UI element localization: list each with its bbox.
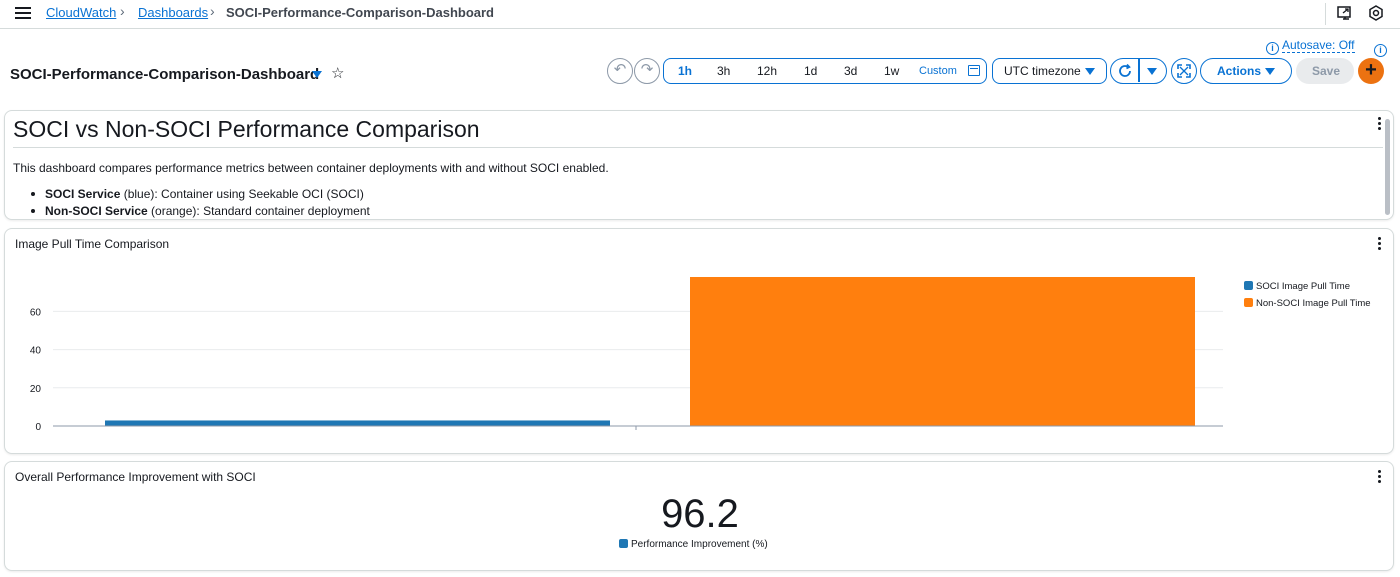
settings-icon[interactable] <box>1367 4 1385 22</box>
menu-icon[interactable] <box>15 5 31 19</box>
time-range-1w[interactable]: 1w <box>884 64 899 78</box>
chart-widget: Image Pull Time Comparison 0 20 40 60 SOCI I… <box>4 228 1394 454</box>
chevron-right-icon: › <box>210 3 215 19</box>
number-widget-title: Overall Performance Improvement with SOC… <box>15 470 256 484</box>
info-icon[interactable]: i <box>1374 38 1390 57</box>
list-item: Non-SOCI Service (orange): Standard cont… <box>29 204 370 218</box>
time-range-3d[interactable]: 3d <box>844 64 857 78</box>
time-range-1d[interactable]: 1d <box>804 64 817 78</box>
caret-down-icon <box>1265 68 1275 75</box>
text-widget-description: This dashboard compares performance metr… <box>13 161 609 175</box>
y-tick-label: 40 <box>30 346 42 357</box>
legend-label: SOCI Image Pull Time <box>1256 281 1350 292</box>
bar-0 <box>105 420 610 426</box>
autosave-toggle[interactable]: i Autosave: Off <box>1266 38 1355 55</box>
y-tick-label: 60 <box>30 307 42 318</box>
redo-button[interactable]: ↷ <box>634 58 660 84</box>
info-icon: i <box>1266 42 1279 55</box>
text-widget-bullets: SOCI Service (blue): Container using See… <box>29 187 370 219</box>
widget-menu-icon[interactable] <box>1378 470 1381 485</box>
timezone-select[interactable]: UTC timezone <box>992 58 1107 84</box>
legend-swatch <box>1244 281 1253 290</box>
dashboard-title: SOCI-Performance-Comparison-Dashboard <box>10 66 320 83</box>
undo-button[interactable]: ↶ <box>607 58 633 84</box>
text-widget: SOCI vs Non-SOCI Performance Comparison … <box>4 110 1394 220</box>
time-range-12h[interactable]: 12h <box>757 64 777 78</box>
scrollbar[interactable] <box>1385 119 1390 215</box>
fullscreen-button[interactable] <box>1171 58 1197 84</box>
calendar-icon[interactable] <box>968 65 980 76</box>
metric-legend: Performance Improvement (%) <box>619 539 768 550</box>
metric-value: 96.2 <box>661 492 739 536</box>
list-item: SOCI Service (blue): Container using See… <box>29 187 370 201</box>
time-range-3h[interactable]: 3h <box>717 64 730 78</box>
time-range-1h[interactable]: 1h <box>678 64 692 78</box>
star-icon[interactable]: ☆ <box>331 64 344 82</box>
legend-label: Non-SOCI Image Pull Time <box>1256 298 1371 309</box>
number-widget: Overall Performance Improvement with SOC… <box>4 461 1394 571</box>
fullscreen-icon <box>1177 64 1191 78</box>
legend-swatch <box>619 539 628 548</box>
bar-1 <box>690 277 1195 426</box>
external-view-icon[interactable] <box>1336 4 1354 22</box>
caret-down-icon <box>1085 68 1095 75</box>
divider <box>13 147 1383 148</box>
y-tick-label: 0 <box>35 422 41 433</box>
bar-chart: 0 20 40 60 SOCI Image Pull Time Non-SOCI Imag… <box>30 277 1371 433</box>
text-widget-heading: SOCI vs Non-SOCI Performance Comparison <box>13 116 480 142</box>
legend-swatch <box>1244 298 1253 307</box>
refresh-options-dropdown[interactable] <box>1147 68 1157 75</box>
refresh-icon[interactable] <box>1117 63 1133 79</box>
breadcrumb-cloudwatch[interactable]: CloudWatch <box>46 5 116 20</box>
caret-down-icon[interactable] <box>312 71 322 78</box>
actions-button[interactable]: Actions <box>1200 58 1292 84</box>
breadcrumb-current: SOCI-Performance-Comparison-Dashboard <box>226 5 494 20</box>
refresh-button-group <box>1110 58 1167 84</box>
add-widget-button[interactable]: + <box>1358 58 1384 84</box>
y-tick-label: 20 <box>30 384 42 395</box>
divider <box>1325 3 1326 25</box>
time-range-selector: 1h 3h 12h 1d 3d 1w Custom <box>663 58 987 84</box>
custom-range-button[interactable]: Custom <box>919 65 957 77</box>
breadcrumb-dashboards[interactable]: Dashboards <box>138 5 208 20</box>
chevron-right-icon: › <box>120 3 125 19</box>
divider <box>1138 59 1140 82</box>
widget-menu-icon[interactable] <box>1378 117 1381 132</box>
top-navigation-bar: CloudWatch › Dashboards › SOCI-Performan… <box>0 0 1400 29</box>
save-button[interactable]: Save <box>1296 58 1354 84</box>
